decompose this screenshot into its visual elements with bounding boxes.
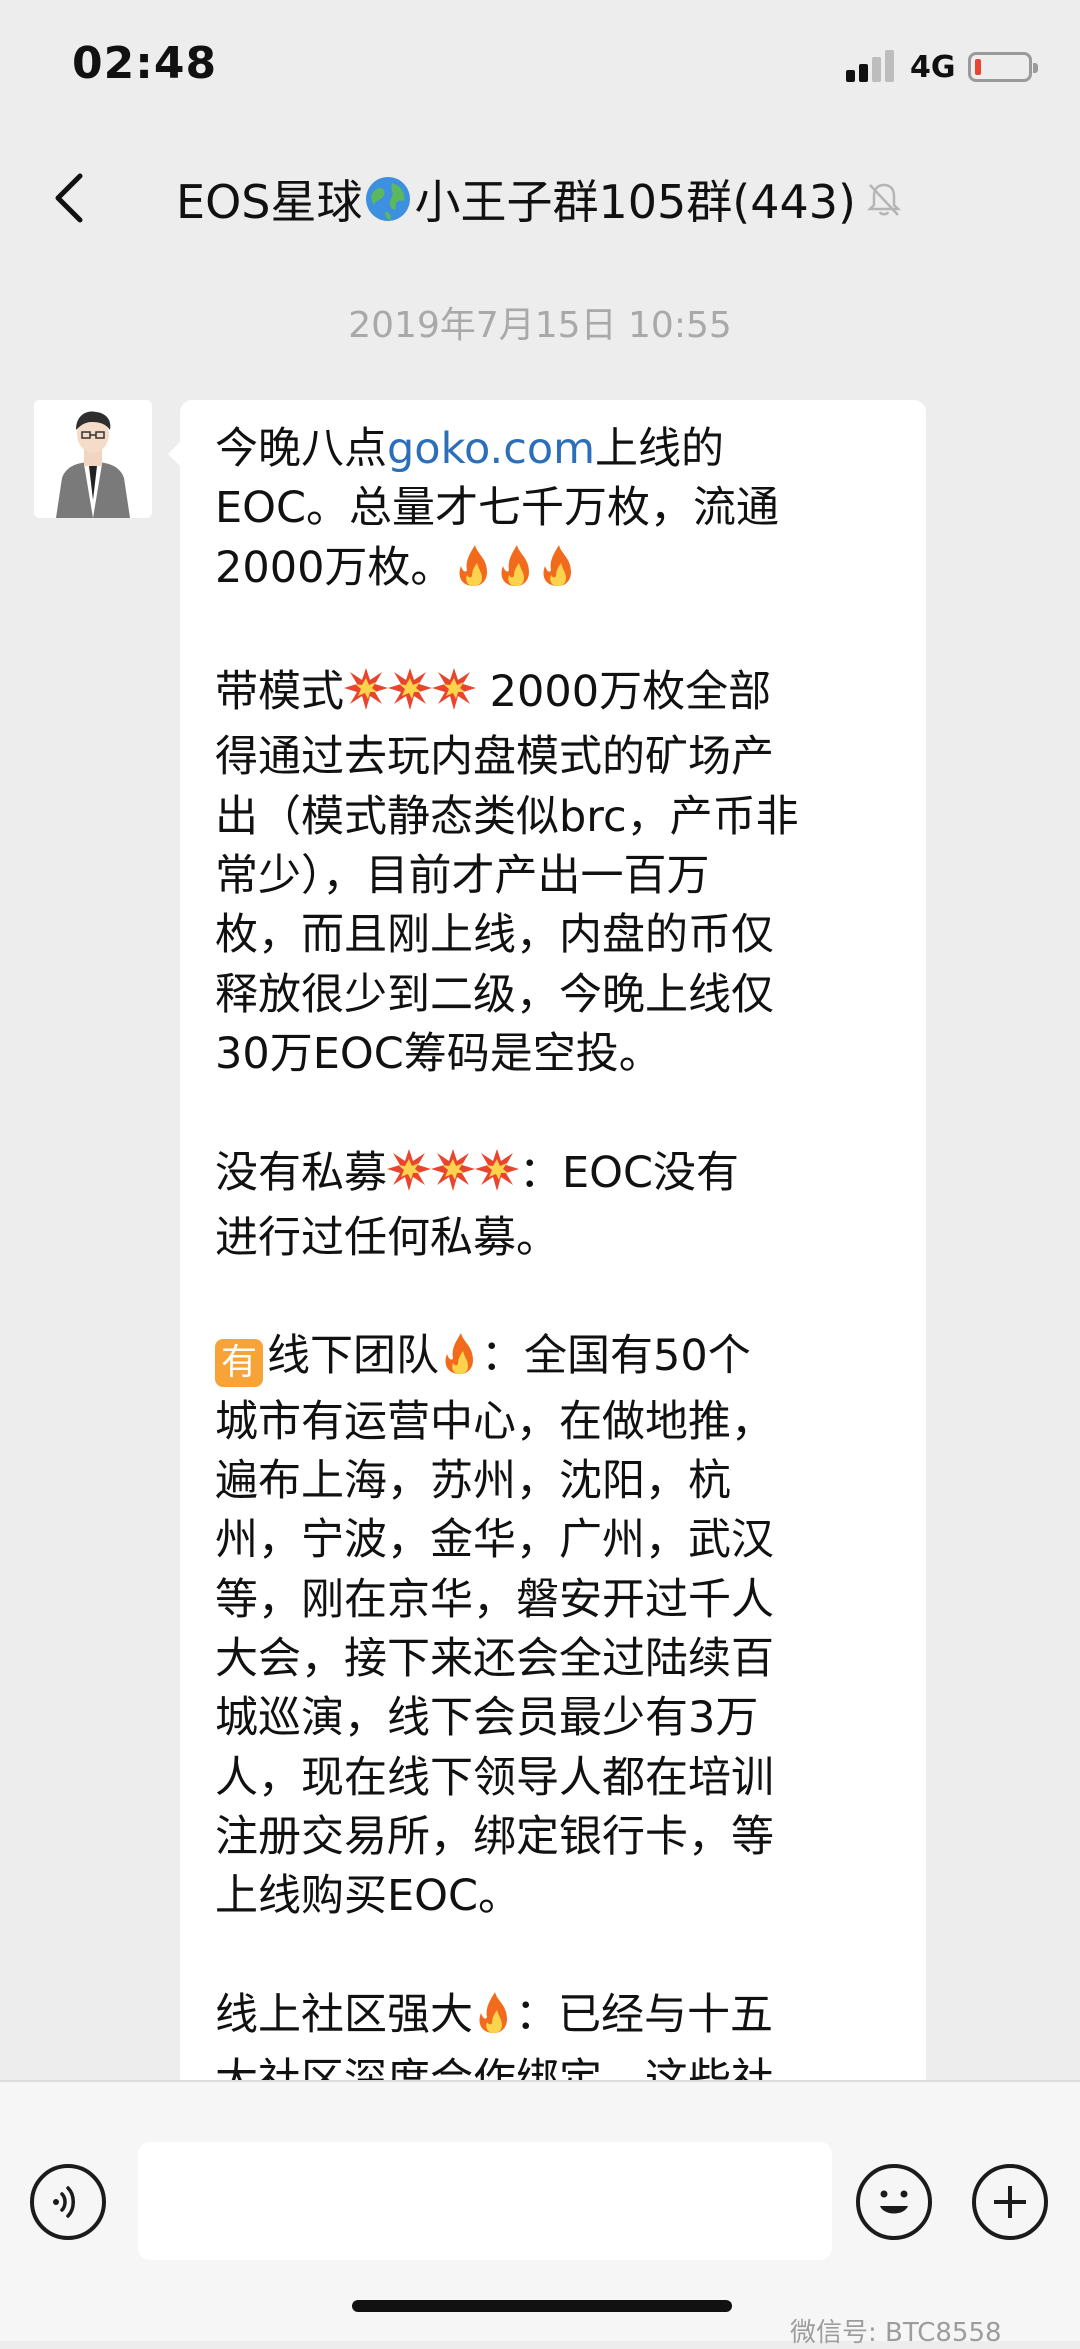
fire-emoji-icon [473,1989,515,2051]
avatar-illustration [34,400,152,518]
fire-emoji-icon [439,1330,481,1392]
voice-icon[interactable] [30,2164,106,2240]
message-link[interactable]: goko.com [387,424,595,474]
msg-p4-a: 线下团队 [267,1331,439,1382]
collision-emoji-icon [344,666,476,728]
chat-title: EOS星球 小王子群105群(443) [0,166,1080,232]
sender-avatar[interactable] [34,400,152,518]
message-text: 今晚八点goko.com上线的 EOC。总量才七千万枚，流通 2000万枚。 带… [215,420,895,2110]
network-label: 4G [910,50,956,85]
signal-icon [846,48,896,82]
collision-emoji-icon [387,1147,519,1209]
bell-off-icon [866,183,902,216]
status-bar: 02:48 4G [0,0,1080,140]
message-input[interactable] [138,2142,832,2260]
msg-p2-a: 带模式 [215,667,344,718]
watermark-text: 微信号: BTC8558 [790,2318,1002,2348]
home-indicator[interactable] [352,2300,732,2312]
nav-bar: EOS星球 小王子群105群(443) [0,140,1080,260]
msg-p3-a: 没有私募 [215,1147,387,1198]
msg-p5-a: 线上社区强大 [215,1989,473,2040]
battery-icon [968,52,1038,82]
chat-title-part1: EOS星球 [176,175,363,229]
msg-p4-b: ：全国有50个 城市有运营中心，在做地推， 遍布上海，苏州，沈阳，杭 州，宁波，… [215,1331,774,1922]
status-time: 02:48 [72,38,218,89]
msg-p2-b: 2000万枚全部 得通过去玩内盘模式的矿场产 出（模式静态类似brc，产币非 常… [215,667,799,1079]
message-bubble[interactable]: 今晚八点goko.com上线的 EOC。总量才七千万枚，流通 2000万枚。 带… [180,400,926,2120]
fire-emoji-icon [453,542,579,604]
plus-icon[interactable] [972,2164,1048,2240]
msg-p1-a: 今晚八点 [215,424,387,474]
chat-title-part2: 小王子群105群(443) [414,175,856,229]
you-badge-icon: 有 [215,1339,263,1388]
smiley-icon[interactable] [856,2164,932,2240]
globe-icon [366,177,411,221]
message-timestamp: 2019年7月15日 10:55 [348,305,732,346]
